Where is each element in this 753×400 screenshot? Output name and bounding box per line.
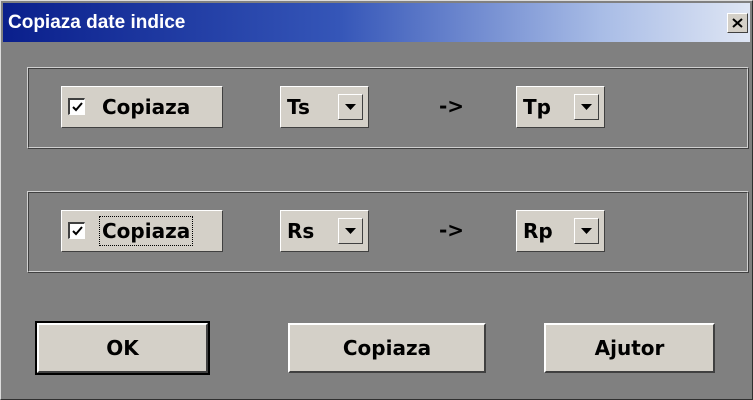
check-icon [71, 226, 83, 236]
target-select-value: Rp [523, 219, 553, 243]
chevron-down-icon [581, 104, 592, 110]
dialog-window: Copiaza date indice Copiaza Ts -> Tp Cop… [0, 0, 753, 400]
mapping-arrow: -> [439, 218, 465, 242]
target-select-1[interactable]: Tp [516, 86, 605, 128]
chevron-down-icon [345, 104, 356, 110]
checkbox-box[interactable] [68, 98, 85, 115]
checkbox-box[interactable] [68, 222, 85, 239]
copy-checkbox-1[interactable]: Copiaza [61, 86, 223, 128]
chevron-down-icon [345, 228, 356, 234]
help-button[interactable]: Ajutor [544, 323, 715, 373]
target-select-2[interactable]: Rp [516, 210, 605, 252]
close-icon [732, 18, 743, 28]
checkbox-label: Copiaza [98, 216, 194, 246]
copy-group-2: Copiaza Rs -> Rp [27, 191, 749, 273]
copy-group-1: Copiaza Ts -> Tp [27, 67, 749, 149]
chevron-down-icon [581, 228, 592, 234]
dropdown-button[interactable] [338, 218, 363, 244]
mapping-arrow: -> [439, 94, 465, 118]
source-select-value: Rs [287, 219, 315, 243]
window-title: Copiaza date indice [8, 12, 186, 33]
source-select-2[interactable]: Rs [280, 210, 369, 252]
dropdown-button[interactable] [574, 94, 599, 120]
source-select-value: Ts [287, 95, 310, 119]
check-icon [71, 102, 83, 112]
ok-button[interactable]: OK [35, 321, 210, 375]
copy-button[interactable]: Copiaza [288, 323, 486, 373]
dropdown-button[interactable] [338, 94, 363, 120]
dropdown-button[interactable] [574, 218, 599, 244]
checkbox-label: Copiaza [102, 95, 191, 119]
copy-checkbox-2[interactable]: Copiaza [61, 210, 223, 252]
title-bar[interactable]: Copiaza date indice [3, 3, 750, 42]
source-select-1[interactable]: Ts [280, 86, 369, 128]
close-button[interactable] [727, 13, 748, 33]
target-select-value: Tp [523, 95, 551, 119]
